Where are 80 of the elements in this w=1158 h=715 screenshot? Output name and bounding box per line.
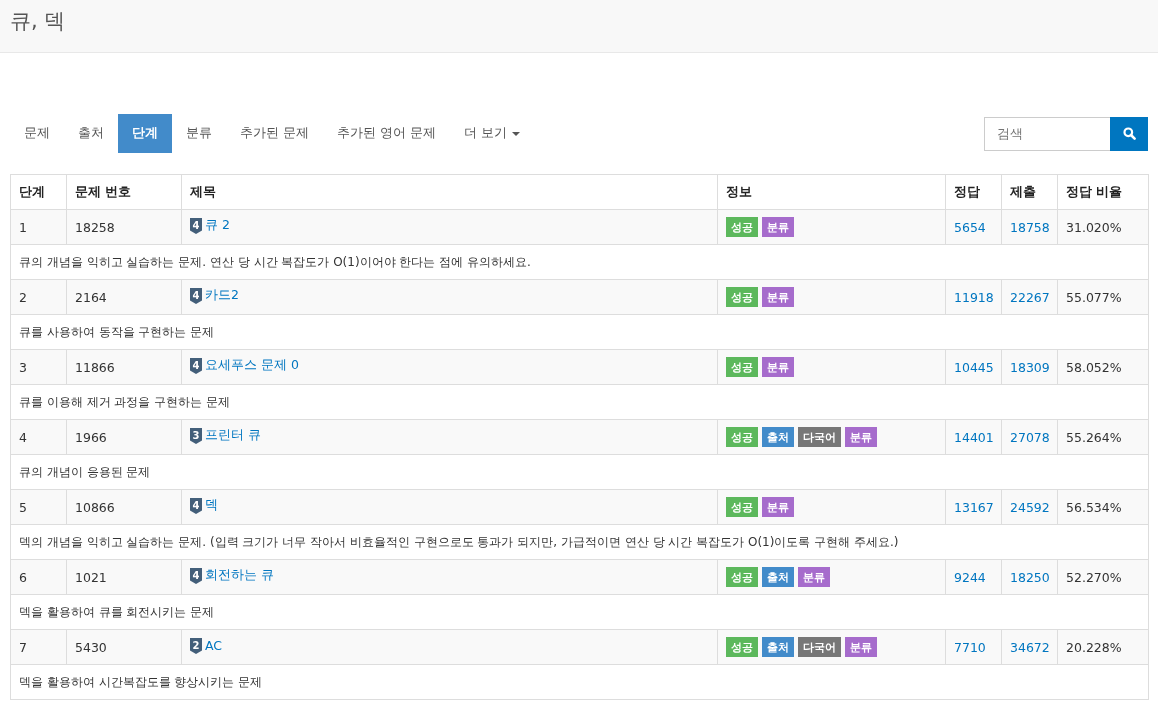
problem-title-link[interactable]: 덱 xyxy=(205,497,218,515)
info-label[interactable]: 성공 xyxy=(726,636,758,658)
table-cell: 20.228% xyxy=(1057,629,1149,665)
problem-description: 큐를 이용해 제거 과정을 구현하는 문제 xyxy=(10,384,1149,420)
table-cell: 11866 xyxy=(66,349,182,385)
nav-tab[interactable]: 추가된 문제 xyxy=(226,114,323,153)
table-cell: 31.020% xyxy=(1057,209,1149,245)
table-cell: 4 xyxy=(10,419,67,455)
column-header: 정답 xyxy=(945,174,1002,210)
tier-shield-icon: 3 xyxy=(190,427,202,444)
problem-description: 덱을 활용하여 시간복잡도를 향상시키는 문제 xyxy=(10,664,1149,700)
table-cell: 55.264% xyxy=(1057,419,1149,455)
column-header: 정답 비율 xyxy=(1057,174,1149,210)
info-label[interactable]: 성공 xyxy=(726,426,758,448)
search-field[interactable]: 검색 xyxy=(984,116,1110,151)
column-header: 문제 번호 xyxy=(66,174,182,210)
table-cell: 10866 xyxy=(66,489,182,525)
table-cell: 1021 xyxy=(66,559,182,595)
info-label[interactable]: 분류 xyxy=(845,426,877,448)
table-cell: 1 xyxy=(10,209,67,245)
table-cell: 55.077% xyxy=(1057,279,1149,315)
info-label[interactable]: 성공 xyxy=(726,356,758,378)
column-header: 제출 xyxy=(1001,174,1058,210)
info-label[interactable]: 출처 xyxy=(762,566,794,588)
problem-title-link[interactable]: 큐 2 xyxy=(205,217,230,235)
info-label[interactable]: 성공 xyxy=(726,496,758,518)
search-button[interactable] xyxy=(1110,116,1148,151)
column-header: 정보 xyxy=(717,174,946,210)
nav-tab[interactable]: 더 보기 xyxy=(449,114,534,153)
problem-description: 덱의 개념을 익히고 실습하는 문제. (입력 크기가 너무 작아서 비효율적인 구현으로도 통과가 되지만, 가급적이면 연산 당 시간 복잡도가 O(1)이도록 구현해 주세요.) xyxy=(10,524,1149,560)
tier-shield-icon: 4 xyxy=(190,357,202,374)
tier-shield-icon: 4 xyxy=(190,497,202,514)
tier-shield-icon: 4 xyxy=(190,217,202,234)
info-label[interactable]: 다국어 xyxy=(798,426,841,448)
table-cell: 3 xyxy=(10,349,67,385)
problem-description: 덱을 활용하여 큐를 회전시키는 문제 xyxy=(10,594,1149,630)
problem-title-link[interactable]: 카드2 xyxy=(205,287,239,305)
info-label[interactable]: 성공 xyxy=(726,216,758,238)
table-cell: 58.052% xyxy=(1057,349,1149,385)
info-label[interactable]: 분류 xyxy=(762,216,794,238)
table-cell: 7 xyxy=(10,629,67,665)
table-cell: 18258 xyxy=(66,209,182,245)
info-label[interactable]: 분류 xyxy=(762,356,794,378)
problem-title-link[interactable]: 요세푸스 문제 0 xyxy=(205,357,299,375)
table-cell: 52.270% xyxy=(1057,559,1149,595)
problem-title-link[interactable]: 회전하는 큐 xyxy=(205,567,274,585)
column-header: 제목 xyxy=(181,174,718,210)
table-cell: 2164 xyxy=(66,279,182,315)
table-cell: 5430 xyxy=(66,629,182,665)
info-label[interactable]: 분류 xyxy=(845,636,877,658)
table-cell: 56.534% xyxy=(1057,489,1149,525)
search-icon xyxy=(1122,127,1136,140)
info-label[interactable]: 출처 xyxy=(762,636,794,658)
tier-shield-icon: 2 xyxy=(190,637,202,654)
info-label[interactable]: 다국어 xyxy=(798,636,841,658)
nav-tab[interactable]: 분류 xyxy=(172,114,226,153)
problem-description: 큐를 사용하여 동작을 구현하는 문제 xyxy=(10,314,1149,350)
problem-description: 큐의 개념을 익히고 실습하는 문제. 연산 당 시간 복잡도가 O(1)이어야 한다는 점에 유의하세요. xyxy=(10,244,1149,280)
tier-shield-icon: 4 xyxy=(190,567,202,584)
info-label[interactable]: 성공 xyxy=(726,566,758,588)
info-label[interactable]: 분류 xyxy=(762,496,794,518)
column-header: 단계 xyxy=(10,174,67,210)
info-label[interactable]: 성공 xyxy=(726,286,758,308)
table-cell: 5 xyxy=(10,489,67,525)
table-cell: 2 xyxy=(10,279,67,315)
caret-icon xyxy=(511,131,520,136)
nav-tab[interactable]: 추가된 영어 문제 xyxy=(323,114,450,153)
info-label[interactable]: 분류 xyxy=(798,566,830,588)
table-cell: 1966 xyxy=(66,419,182,455)
tier-shield-icon: 4 xyxy=(190,287,202,304)
page-title: 큐, 덱 xyxy=(10,8,66,35)
info-label[interactable]: 분류 xyxy=(762,286,794,308)
nav-tab[interactable]: 문제 xyxy=(10,114,64,153)
problem-title-link[interactable]: AC xyxy=(205,638,223,653)
problem-title-link[interactable]: 프린터 큐 xyxy=(205,427,261,445)
table-cell: 6 xyxy=(10,559,67,595)
nav-tab[interactable]: 출처 xyxy=(64,114,118,153)
problem-description: 큐의 개념이 응용된 문제 xyxy=(10,454,1149,490)
info-label[interactable]: 출처 xyxy=(762,426,794,448)
nav-tab[interactable]: 단계 xyxy=(118,114,172,153)
